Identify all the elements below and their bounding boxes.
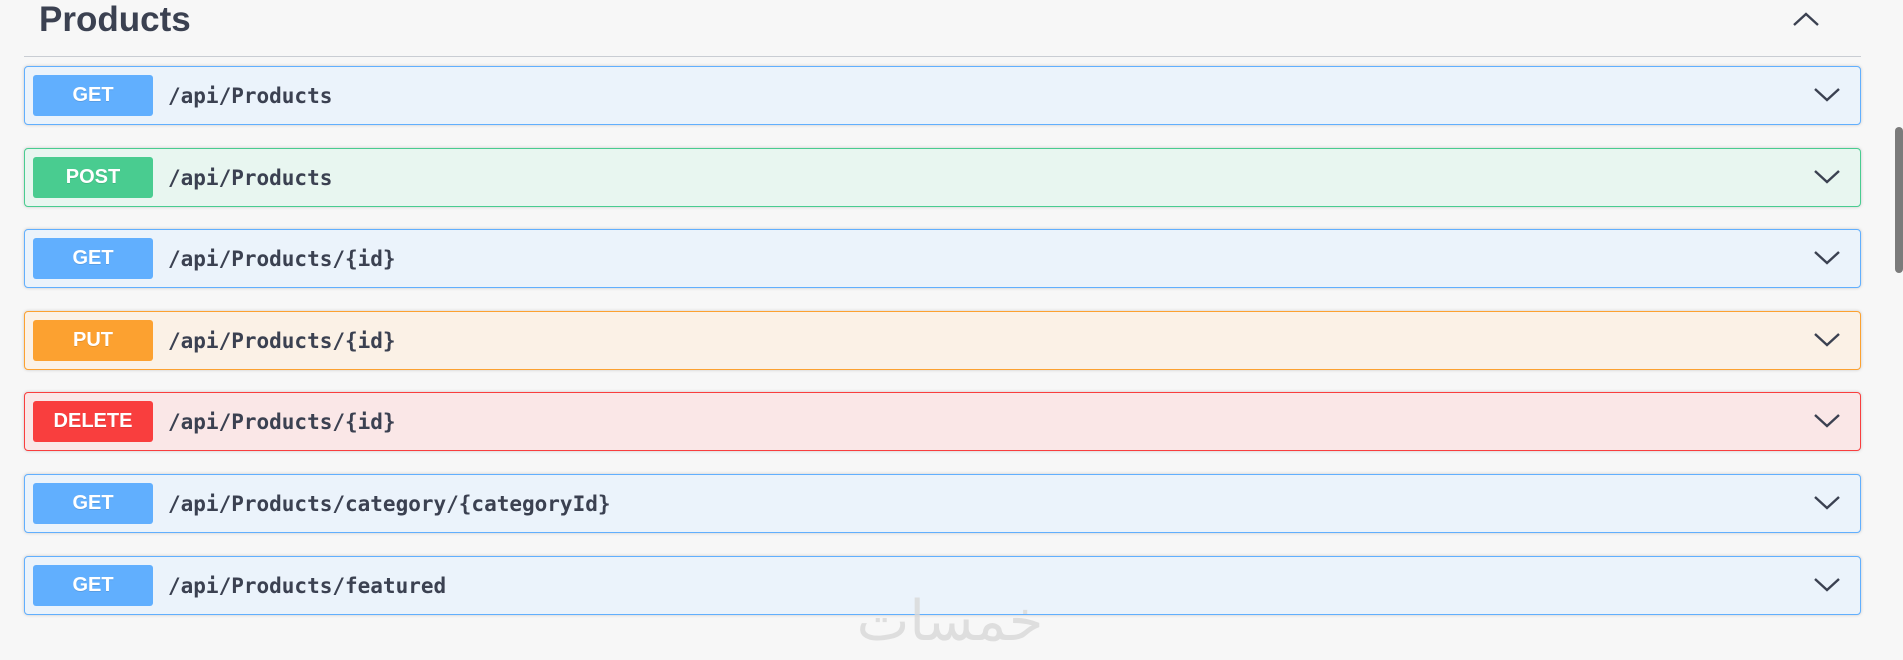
operation-path: /api/Products/featured	[168, 573, 447, 598]
chevron-down-icon[interactable]	[1812, 328, 1842, 352]
operation-path: /api/Products/{id}	[168, 328, 396, 353]
scrollbar-thumb[interactable]	[1895, 127, 1903, 273]
chevron-down-icon[interactable]	[1812, 409, 1842, 433]
method-badge: GET	[33, 483, 153, 524]
operation-path: /api/Products/category/{categoryId}	[168, 491, 611, 516]
chevron-down-icon[interactable]	[1812, 491, 1842, 515]
section-header[interactable]: Products	[24, 0, 1861, 57]
operation-get-product-by-id[interactable]: GET /api/Products/{id}	[24, 229, 1861, 288]
operation-put-product[interactable]: PUT /api/Products/{id}	[24, 311, 1861, 370]
collapse-section-button[interactable]	[1791, 8, 1821, 30]
operation-delete-product[interactable]: DELETE /api/Products/{id}	[24, 392, 1861, 451]
operation-path: /api/Products	[168, 165, 333, 190]
method-badge: GET	[33, 565, 153, 606]
chevron-down-icon[interactable]	[1812, 83, 1842, 107]
chevron-down-icon[interactable]	[1812, 165, 1842, 189]
method-badge: GET	[33, 238, 153, 279]
method-badge: POST	[33, 157, 153, 198]
operation-path: /api/Products/{id}	[168, 409, 396, 434]
watermark-logo: خمسات	[856, 589, 1044, 654]
method-badge: PUT	[33, 320, 153, 361]
method-badge: GET	[33, 75, 153, 116]
operation-path: /api/Products/{id}	[168, 246, 396, 271]
chevron-up-icon	[1793, 12, 1819, 26]
operation-get-products-by-category[interactable]: GET /api/Products/category/{categoryId}	[24, 474, 1861, 533]
operation-post-products[interactable]: POST /api/Products	[24, 148, 1861, 207]
products-section: Products GET /api/Products POST /api/Pro…	[24, 0, 1861, 615]
chevron-down-icon[interactable]	[1812, 573, 1842, 597]
method-badge: DELETE	[33, 401, 153, 442]
section-title: Products	[39, 0, 191, 39]
operation-get-products[interactable]: GET /api/Products	[24, 66, 1861, 125]
chevron-down-icon[interactable]	[1812, 246, 1842, 270]
operation-path: /api/Products	[168, 83, 333, 108]
